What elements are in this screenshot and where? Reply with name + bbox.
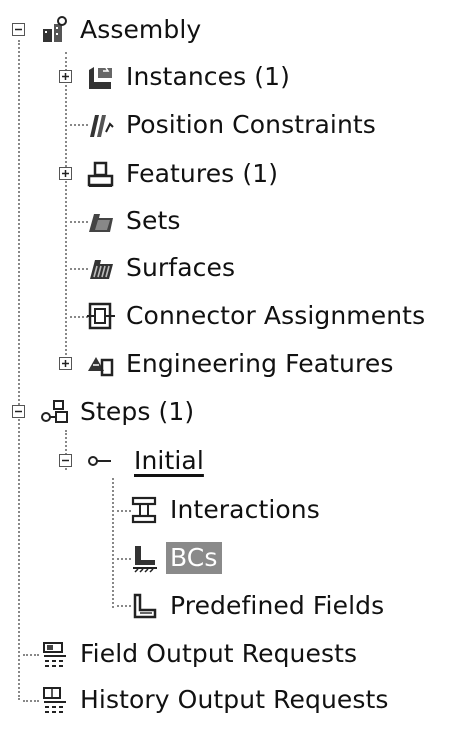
predefined-fields-icon (130, 591, 160, 621)
tree-item-bcs[interactable]: BCs (130, 538, 222, 578)
tree-item-initial[interactable]: Initial (86, 441, 208, 481)
tree-line (117, 510, 131, 512)
tree-item-surfaces[interactable]: Surfaces (86, 248, 239, 288)
tree-item-history-output-requests[interactable]: History Output Requests (40, 680, 393, 720)
tree-item-label: Predefined Fields (170, 591, 385, 620)
tree-item-label: Instances (1) (126, 62, 291, 91)
assembly-icon (40, 15, 70, 45)
position-constraints-icon (86, 110, 116, 140)
plus-icon (62, 360, 69, 367)
history-output-icon (40, 685, 70, 715)
tree-line (117, 605, 131, 607)
plus-icon (62, 170, 69, 177)
tree-line (117, 558, 131, 560)
model-tree: Assembly Instances (1) Position Constrai… (0, 0, 468, 732)
expand-toggle-engineering-features[interactable] (59, 357, 72, 370)
bcs-icon (130, 543, 160, 573)
features-icon (86, 159, 116, 189)
tree-item-label: Field Output Requests (80, 639, 358, 668)
tree-line (18, 40, 20, 700)
tree-line (23, 700, 39, 702)
field-output-icon (40, 639, 70, 669)
engineering-features-icon (86, 349, 116, 379)
tree-item-label: Position Constraints (126, 110, 376, 139)
tree-item-label: BCs (166, 542, 222, 574)
tree-item-label: Interactions (170, 495, 320, 524)
step-initial-icon (86, 446, 116, 476)
tree-item-label: Assembly (80, 15, 202, 44)
tree-item-label: Connector Assignments (126, 301, 426, 330)
tree-item-engineering-features[interactable]: Engineering Features (86, 344, 397, 384)
expand-toggle-features[interactable] (59, 167, 72, 180)
tree-item-steps[interactable]: Steps (1) (40, 392, 198, 432)
tree-line (23, 654, 39, 656)
tree-item-features[interactable]: Features (1) (86, 154, 282, 194)
tree-item-label: Steps (1) (80, 397, 195, 426)
minus-icon (15, 28, 22, 31)
surfaces-icon (86, 253, 116, 283)
tree-line (65, 52, 67, 367)
collapse-toggle-initial[interactable] (59, 454, 72, 467)
connector-assignments-icon (86, 301, 116, 331)
tree-item-label: History Output Requests (80, 685, 389, 714)
steps-icon (40, 397, 70, 427)
tree-item-label: Surfaces (126, 253, 236, 282)
tree-item-instances[interactable]: Instances (1) (86, 57, 294, 97)
collapse-toggle-steps[interactable] (12, 405, 25, 418)
plus-icon (62, 73, 69, 80)
minus-icon (62, 459, 69, 462)
tree-item-connector-assignments[interactable]: Connector Assignments (86, 296, 429, 336)
tree-item-assembly[interactable]: Assembly (40, 10, 205, 50)
tree-item-label: Features (1) (126, 159, 279, 188)
tree-item-field-output-requests[interactable]: Field Output Requests (40, 634, 361, 674)
tree-line (112, 478, 114, 608)
sets-icon (86, 206, 116, 236)
tree-item-position-constraints[interactable]: Position Constraints (86, 105, 380, 145)
expand-toggle-instances[interactable] (59, 70, 72, 83)
tree-item-label: Sets (126, 206, 181, 235)
collapse-toggle-assembly[interactable] (12, 23, 25, 36)
tree-item-interactions[interactable]: Interactions (130, 490, 324, 530)
interactions-icon (130, 495, 160, 525)
tree-item-sets[interactable]: Sets (86, 201, 184, 241)
tree-item-label: Initial (134, 446, 204, 475)
tree-item-label: Engineering Features (126, 349, 394, 378)
minus-icon (15, 410, 22, 413)
instances-icon (86, 62, 116, 92)
tree-item-predefined-fields[interactable]: Predefined Fields (130, 586, 388, 626)
